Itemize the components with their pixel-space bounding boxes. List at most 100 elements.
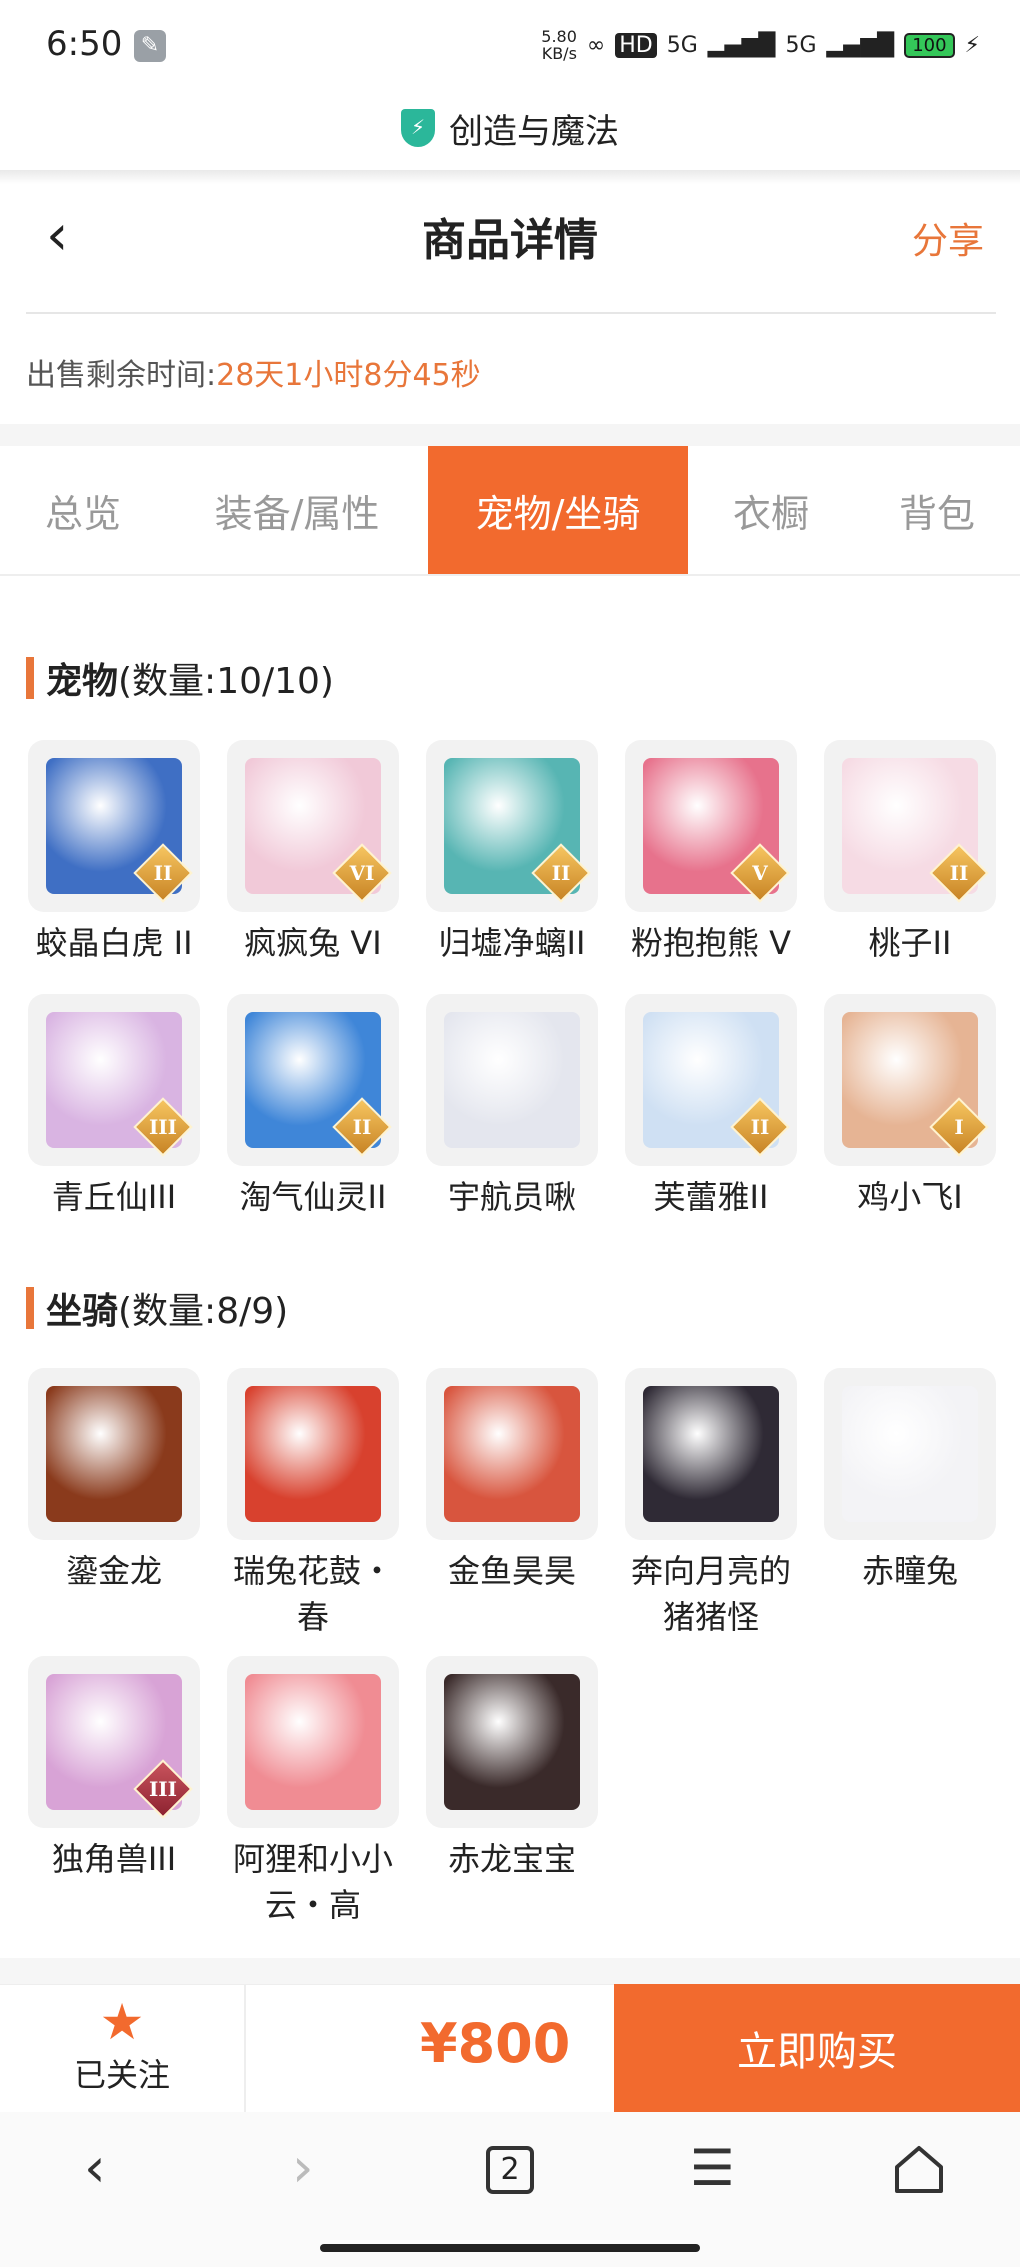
charging-icon: ⚡	[964, 32, 980, 58]
section-gap	[0, 424, 1020, 446]
item-thumbnail: II	[227, 994, 399, 1166]
pet-item[interactable]: II 桃子II	[824, 740, 996, 966]
item-thumbnail: VI	[227, 740, 399, 912]
item-image	[444, 1012, 580, 1148]
bottom-gap	[0, 1958, 1020, 1984]
tab-wardrobe[interactable]: 衣橱	[688, 446, 854, 574]
chevron-left-icon: ‹	[84, 2136, 106, 2199]
item-name: 鎏金龙	[65, 1552, 162, 1590]
item-name: 阿狸和小小云・高	[232, 1840, 393, 1924]
item-image	[444, 1386, 580, 1522]
net-speed: 5.80 KB/s	[541, 27, 577, 63]
pet-item[interactable]: 宇航员啾	[426, 994, 598, 1220]
item-image	[245, 1674, 381, 1810]
star-icon: ★	[99, 1993, 145, 2051]
item-thumbnail	[625, 1368, 797, 1540]
browser-title-bar: ⚡ 创造与魔法	[0, 86, 1020, 170]
nav-back-button[interactable]: ‹	[84, 2136, 106, 2200]
title-shadow	[0, 170, 1020, 184]
item-thumbnail: V	[625, 740, 797, 912]
pet-item[interactable]: II 蛟晶白虎 II	[28, 740, 200, 966]
tab-count-icon: 2	[486, 2146, 534, 2194]
home-button[interactable]	[892, 2142, 946, 2200]
mount-item[interactable]: 瑞兔花鼓・春	[227, 1368, 399, 1640]
item-name: 赤瞳兔	[861, 1552, 958, 1590]
pet-item[interactable]: V 粉抱抱熊 V	[625, 740, 797, 966]
sale-countdown: 28天1小时8分45秒	[216, 358, 481, 393]
status-indicators: 5.80 KB/s ∞ HD 5G ▂▄▆█ 5G ▂▄▆█ 100 ⚡	[541, 28, 980, 62]
item-name: 独角兽III	[51, 1840, 177, 1878]
nav-forward-button[interactable]: ›	[292, 2136, 314, 2200]
follow-button[interactable]: ★ 已关注	[0, 1984, 246, 2112]
site-name: 创造与魔法	[449, 111, 619, 152]
item-thumbnail: III	[28, 994, 200, 1166]
item-image	[46, 1386, 182, 1522]
signal-5g-label: 5G	[666, 32, 698, 58]
signal-icon-2: ▂▄▆█	[826, 32, 895, 58]
mounts-grid: 鎏金龙 瑞兔花鼓・春 金鱼昊昊 奔向月亮的猪猪怪 赤瞳兔 III 独角兽III 阿狸和小小云・…	[28, 1368, 996, 1928]
gesture-bar	[320, 2244, 700, 2252]
mount-item[interactable]: 金鱼昊昊	[426, 1368, 598, 1640]
section-marker	[26, 1287, 34, 1329]
tab-equipment[interactable]: 装备/属性	[166, 446, 428, 574]
tab-bar: 总览 装备/属性 宠物/坐骑 衣橱 背包	[0, 446, 1020, 576]
mount-item[interactable]: 赤龙宝宝	[426, 1656, 598, 1928]
item-name: 粉抱抱熊 V	[630, 924, 792, 962]
item-thumbnail	[227, 1368, 399, 1540]
pet-item[interactable]: III 青丘仙III	[28, 994, 200, 1220]
item-name: 淘气仙灵II	[239, 1178, 387, 1216]
tabs-button[interactable]: 2	[486, 2146, 534, 2194]
shield-icon: ⚡	[401, 109, 435, 147]
item-name: 疯疯兔 VI	[244, 924, 382, 962]
pet-item[interactable]: VI 疯疯兔 VI	[227, 740, 399, 966]
item-thumbnail: I	[824, 994, 996, 1166]
item-name: 金鱼昊昊	[447, 1552, 576, 1590]
pets-title: 宠物	[46, 661, 119, 702]
item-thumbnail: II	[824, 740, 996, 912]
share-button[interactable]: 分享	[912, 212, 984, 264]
item-thumbnail	[28, 1368, 200, 1540]
menu-button[interactable]: ☰	[690, 2136, 735, 2200]
pet-item[interactable]: II 淘气仙灵II	[227, 994, 399, 1220]
pets-section-header: 宠物(数量:10/10)	[26, 652, 334, 704]
item-image	[245, 1386, 381, 1522]
item-name: 芙蕾雅II	[653, 1178, 769, 1216]
pet-item[interactable]: II 归墟净螭II	[426, 740, 598, 966]
item-name: 蛟晶白虎 II	[35, 924, 193, 962]
hd-icon: HD	[615, 32, 657, 58]
item-thumbnail	[227, 1656, 399, 1828]
tab-pets-mounts[interactable]: 宠物/坐骑	[428, 446, 688, 574]
item-thumbnail	[426, 1656, 598, 1828]
pet-item[interactable]: I 鸡小飞I	[824, 994, 996, 1220]
tab-overview[interactable]: 总览	[0, 446, 166, 574]
item-name: 桃子II	[868, 924, 952, 962]
mount-item[interactable]: 奔向月亮的猪猪怪	[625, 1368, 797, 1640]
item-thumbnail	[426, 1368, 598, 1540]
sale-label: 出售剩余时间:	[26, 358, 217, 393]
item-name: 青丘仙III	[51, 1178, 177, 1216]
item-image	[842, 1386, 978, 1522]
item-name: 归墟净螭II	[438, 924, 586, 962]
item-thumbnail: II	[625, 994, 797, 1166]
item-name: 奔向月亮的猪猪怪	[630, 1552, 791, 1636]
item-thumbnail	[426, 994, 598, 1166]
item-thumbnail: III	[28, 1656, 200, 1828]
mount-item[interactable]: 赤瞳兔	[824, 1368, 996, 1640]
pets-count: (数量:10/10)	[118, 661, 334, 702]
pet-item[interactable]: II 芙蕾雅II	[625, 994, 797, 1220]
mount-item[interactable]: III 独角兽III	[28, 1656, 200, 1928]
mount-item[interactable]: 阿狸和小小云・高	[227, 1656, 399, 1928]
page-title: 商品详情	[422, 215, 598, 266]
link-icon: ∞	[586, 32, 606, 58]
signal-icon: ▂▄▆█	[707, 32, 776, 58]
tab-backpack[interactable]: 背包	[854, 446, 1020, 574]
item-name: 赤龙宝宝	[447, 1840, 576, 1878]
mount-item[interactable]: 鎏金龙	[28, 1368, 200, 1640]
price: ¥800	[420, 2012, 571, 2075]
item-image	[444, 1674, 580, 1810]
header-divider	[26, 312, 996, 314]
buy-now-button[interactable]: 立即购买	[614, 1984, 1020, 2112]
menu-icon: ☰	[690, 2139, 735, 2197]
item-name: 瑞兔花鼓・春	[232, 1552, 393, 1636]
mounts-section-header: 坐骑(数量:8/9)	[26, 1282, 288, 1334]
